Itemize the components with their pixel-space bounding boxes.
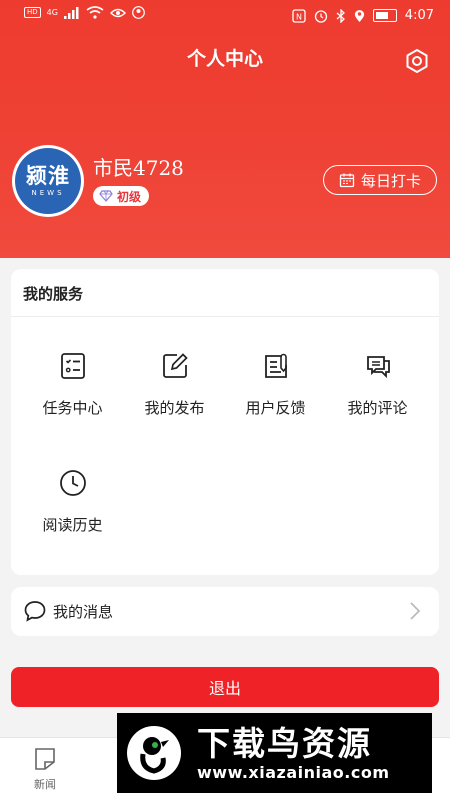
eye-icon (109, 8, 126, 17)
my-posts-label: 我的发布 (144, 399, 205, 417)
my-comments-item[interactable]: 我的评论 (324, 351, 431, 418)
account-icon (132, 6, 145, 19)
watermark-title: 下载鸟资源 (197, 723, 372, 763)
level-badge: 初级 (93, 186, 150, 206)
chat-bubble-icon (24, 601, 46, 622)
task-list-icon (60, 353, 85, 379)
feedback-icon (264, 353, 287, 378)
avatar[interactable]: 颍淮 NEWS (12, 145, 84, 217)
comment-icon (366, 356, 390, 379)
daily-checkin-button[interactable]: 每日打卡 (323, 165, 437, 195)
my-messages-row[interactable]: 我的消息 (11, 587, 439, 636)
avatar-logo-text: 颍淮 (26, 164, 70, 188)
avatar-logo-sub: NEWS (31, 189, 65, 197)
profile-header: HD 4G N 4:07 个人中心 颍淮 NEWS 市民4728 初级 每日打卡 (0, 0, 450, 258)
avatar-logo: 颍淮 NEWS (15, 148, 81, 214)
chevron-right-icon (410, 602, 421, 620)
battery-fill (375, 12, 388, 19)
news-icon (35, 748, 55, 770)
my-posts-item[interactable]: 我的发布 (121, 351, 228, 418)
nav-item-news[interactable]: 新闻 (15, 746, 75, 792)
status-bar: HD 4G N 4:07 (0, 0, 450, 34)
status-time: 4:07 (404, 8, 434, 23)
settings-gear-icon[interactable] (404, 48, 430, 74)
bluetooth-icon (336, 8, 345, 23)
user-feedback-item[interactable]: 用户反馈 (222, 351, 329, 418)
signal-label: 4G (46, 8, 58, 17)
reading-history-item[interactable]: 阅读历史 (19, 468, 126, 535)
clock-icon (59, 470, 86, 496)
level-label: 初级 (117, 189, 142, 204)
status-right: N 4:07 (292, 8, 434, 23)
services-divider (11, 316, 439, 317)
battery-icon (372, 9, 397, 22)
svg-text:N: N (296, 12, 302, 21)
watermark-url: www.xiazainiao.com (197, 762, 390, 782)
my-messages-label: 我的消息 (53, 603, 114, 621)
username: 市民4728 (93, 156, 184, 180)
edit-icon (162, 353, 188, 378)
task-center-label: 任务中心 (42, 399, 103, 417)
watermark-text: 下载鸟资源 www.xiazainiao.com (197, 723, 390, 782)
bird-logo-icon (127, 726, 181, 780)
task-center-item[interactable]: 任务中心 (19, 351, 126, 418)
diamond-icon (99, 190, 113, 202)
my-comments-label: 我的评论 (347, 399, 408, 417)
calendar-icon (339, 173, 355, 188)
location-icon (354, 9, 364, 22)
services-card: 我的服务 任务中心 我的发布 用户反馈 我的评论 阅读历史 (11, 269, 439, 575)
reading-history-label: 阅读历史 (42, 516, 103, 534)
checkin-label: 每日打卡 (360, 171, 421, 190)
page-title: 个人中心 (186, 48, 263, 70)
nfc-icon: N (292, 8, 306, 23)
services-title: 我的服务 (23, 285, 84, 303)
hd-badge: HD (24, 7, 41, 18)
status-left: HD 4G (24, 6, 145, 19)
logout-button[interactable]: 退出 (11, 667, 439, 707)
watermark-overlay: 下载鸟资源 www.xiazainiao.com (117, 713, 432, 793)
user-feedback-label: 用户反馈 (245, 399, 306, 417)
nav-news-label: 新闻 (34, 778, 56, 791)
alarm-icon (314, 9, 327, 23)
wifi-icon (86, 6, 104, 19)
signal-icon (63, 6, 79, 19)
